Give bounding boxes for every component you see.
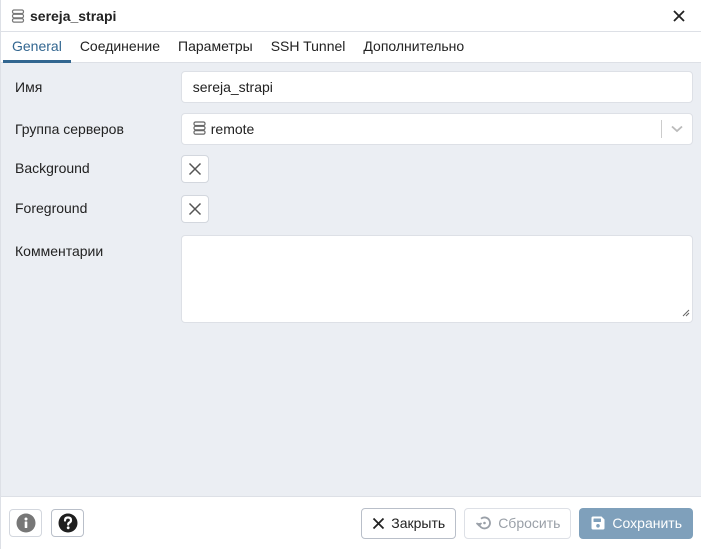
name-input[interactable]: sereja_strapi bbox=[180, 71, 693, 103]
reset-icon bbox=[476, 516, 492, 530]
foreground-label: Foreground bbox=[15, 200, 88, 216]
tab-general[interactable]: General bbox=[3, 32, 71, 63]
close-icon bbox=[373, 517, 385, 529]
background-label: Background bbox=[15, 160, 90, 176]
tab-connection[interactable]: Соединение bbox=[71, 32, 169, 63]
resize-grip-icon[interactable] bbox=[681, 304, 690, 320]
info-icon bbox=[16, 513, 35, 533]
dialog-title: sereja_strapi bbox=[30, 7, 117, 24]
name-label: Имя bbox=[15, 79, 43, 95]
comments-textarea[interactable] bbox=[180, 235, 693, 323]
help-button[interactable] bbox=[51, 509, 84, 537]
close-icon[interactable] bbox=[667, 4, 691, 28]
server-group-row: Группа серверов remote bbox=[15, 113, 693, 145]
server-group-value: remote bbox=[210, 121, 255, 137]
save-button-label: Сохранить bbox=[612, 515, 682, 531]
close-button-label: Закрыть bbox=[391, 515, 446, 531]
foreground-row: Foreground bbox=[15, 195, 693, 223]
name-row: Имя sereja_strapi bbox=[15, 71, 693, 103]
background-row: Background bbox=[15, 155, 693, 183]
tab-ssh-tunnel[interactable]: SSH Tunnel bbox=[262, 32, 355, 63]
name-input-value: sereja_strapi bbox=[192, 79, 273, 95]
save-button[interactable]: Сохранить bbox=[579, 507, 693, 539]
background-color-picker[interactable] bbox=[181, 155, 209, 183]
comments-row: Комментарии bbox=[15, 235, 693, 323]
tab-bar: General Соединение Параметры SSH Tunnel … bbox=[1, 32, 701, 63]
comments-label: Комментарии bbox=[15, 243, 104, 259]
help-icon bbox=[58, 513, 77, 533]
dialog-footer: Закрыть Сбросить Сохранить bbox=[1, 496, 701, 549]
dialog-titlebar[interactable]: sereja_strapi bbox=[1, 0, 701, 32]
foreground-color-picker[interactable] bbox=[181, 195, 209, 223]
info-button[interactable] bbox=[9, 509, 42, 537]
server-group-select[interactable]: remote bbox=[180, 113, 693, 145]
close-button[interactable]: Закрыть bbox=[361, 507, 457, 539]
server-group-icon bbox=[193, 120, 206, 138]
save-icon bbox=[591, 516, 605, 530]
chevron-down-icon[interactable] bbox=[662, 125, 692, 133]
general-tab-panel: Имя sereja_strapi Группа серверов remote bbox=[1, 63, 701, 496]
clear-color-icon bbox=[188, 162, 202, 176]
reset-button-label: Сбросить bbox=[498, 515, 561, 531]
server-icon bbox=[11, 8, 25, 23]
clear-color-icon bbox=[188, 202, 202, 216]
tab-advanced[interactable]: Дополнительно bbox=[354, 32, 473, 63]
tab-parameters[interactable]: Параметры bbox=[169, 32, 262, 63]
reset-button[interactable]: Сбросить bbox=[464, 507, 572, 539]
server-group-label: Группа серверов bbox=[15, 121, 124, 137]
server-properties-dialog: sereja_strapi General Соединение Парамет… bbox=[0, 0, 701, 549]
